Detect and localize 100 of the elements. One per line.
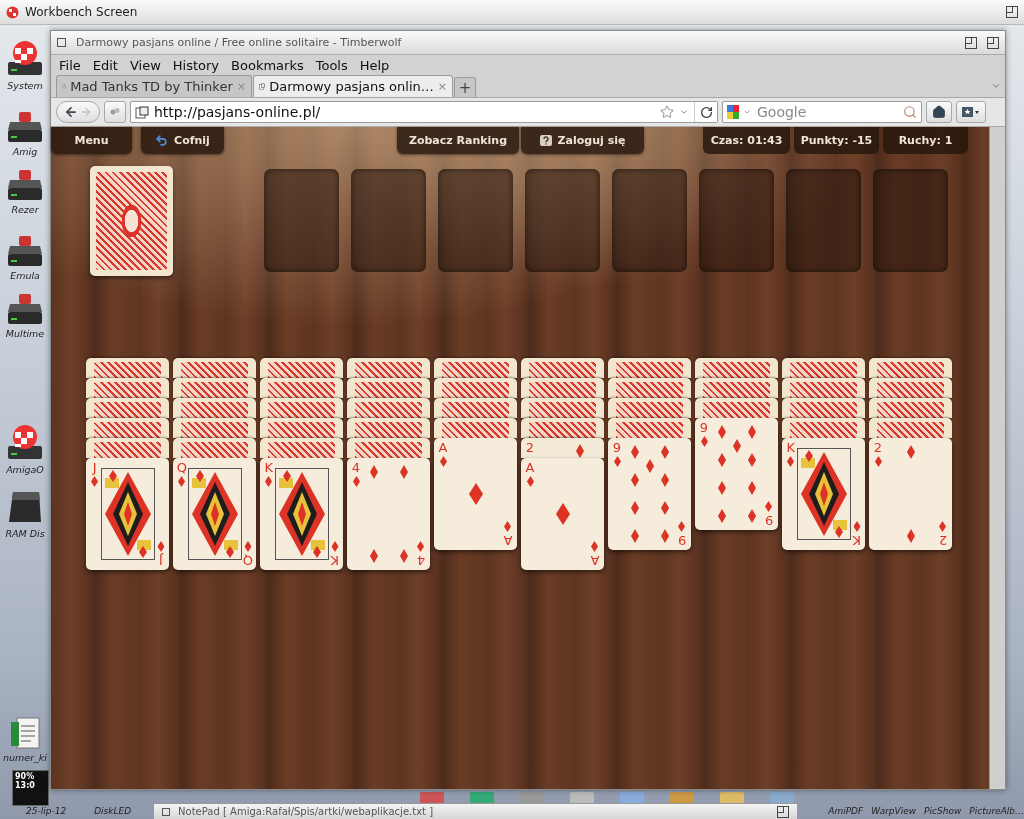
card-back[interactable]: [260, 398, 343, 418]
playing-card[interactable]: A A: [521, 458, 604, 570]
card-back[interactable]: [434, 418, 517, 438]
card-back[interactable]: [782, 378, 865, 398]
desktop-icon-label[interactable]: Multime: [5, 328, 45, 339]
card-back[interactable]: [521, 398, 604, 418]
card-back[interactable]: [86, 398, 169, 418]
url-field[interactable]: http://pasjans-online.pl/: [130, 101, 718, 123]
desktop-icon-label[interactable]: AmigaO: [6, 464, 44, 475]
card-back[interactable]: [608, 398, 691, 418]
card-back[interactable]: [86, 358, 169, 378]
desktop-icon-label[interactable]: Rezer: [11, 204, 39, 215]
desktop-icon-label[interactable]: Emula: [10, 270, 40, 281]
search-icon[interactable]: [903, 105, 917, 119]
dock-label[interactable]: PictureAlb…: [969, 806, 1024, 816]
card-back[interactable]: [347, 358, 430, 378]
card-back[interactable]: [521, 358, 604, 378]
card-back[interactable]: [347, 378, 430, 398]
card-back[interactable]: [608, 418, 691, 438]
card-back[interactable]: [86, 418, 169, 438]
card-back[interactable]: [260, 378, 343, 398]
stock-pile[interactable]: [90, 166, 173, 276]
card-back[interactable]: [521, 378, 604, 398]
playing-card[interactable]: 2 2: [869, 438, 952, 550]
card-back[interactable]: [260, 418, 343, 438]
game-button[interactable]: Zaloguj się: [521, 127, 644, 154]
card-back[interactable]: [260, 358, 343, 378]
menu-item[interactable]: Bookmarks: [231, 57, 304, 73]
playing-card[interactable]: K K: [782, 438, 865, 550]
card-back[interactable]: [347, 438, 430, 458]
card-back[interactable]: [86, 378, 169, 398]
reload-button[interactable]: [694, 102, 717, 122]
window-gadget-icon[interactable]: [1006, 6, 1018, 18]
card-back[interactable]: [521, 418, 604, 438]
card-back[interactable]: [608, 358, 691, 378]
menu-item[interactable]: Tools: [315, 57, 348, 73]
back-forward-button[interactable]: [56, 101, 100, 123]
dock-label[interactable]: AmiPDF: [828, 806, 864, 816]
card-back[interactable]: [782, 418, 865, 438]
menu-item[interactable]: Help: [359, 57, 390, 73]
card-back[interactable]: [347, 398, 430, 418]
game-button[interactable]: Cofnij: [141, 127, 224, 154]
drive-with-ball-icon[interactable]: [5, 422, 45, 462]
close-gadget-icon[interactable]: [57, 38, 66, 47]
card-back[interactable]: [434, 378, 517, 398]
card-back[interactable]: [608, 378, 691, 398]
dock-label[interactable]: WarpView: [871, 806, 917, 816]
card-back[interactable]: [173, 418, 256, 438]
window-gadget-icon[interactable]: [987, 36, 999, 49]
card-back[interactable]: [434, 398, 517, 418]
card-back[interactable]: [173, 358, 256, 378]
card-back[interactable]: [869, 378, 952, 398]
desktop-icon-label[interactable]: Amig: [12, 146, 38, 157]
playing-card[interactable]: A A: [434, 438, 517, 550]
drive-with-ball-icon[interactable]: [5, 38, 45, 78]
card-back[interactable]: [434, 358, 517, 378]
playing-card[interactable]: 2: [521, 438, 604, 458]
card-back[interactable]: [86, 438, 169, 458]
close-gadget-icon[interactable]: [162, 807, 171, 816]
desktop-icon-label[interactable]: RAM Dis: [5, 528, 45, 539]
card-back[interactable]: [695, 398, 778, 418]
card-back[interactable]: [869, 418, 952, 438]
card-back[interactable]: [173, 398, 256, 418]
card-back[interactable]: [869, 398, 952, 418]
card-back[interactable]: [260, 438, 343, 458]
desktop-icon-label[interactable]: numer_ki: [3, 752, 47, 763]
site-identity-button[interactable]: [104, 101, 126, 123]
card-back[interactable]: [173, 438, 256, 458]
game-button[interactable]: Menu: [51, 127, 132, 154]
dock-label[interactable]: PicShow: [924, 806, 962, 816]
playing-card[interactable]: Q Q: [173, 458, 256, 570]
window-gadget-icon[interactable]: [965, 36, 977, 49]
card-back[interactable]: [695, 358, 778, 378]
playing-card[interactable]: J J: [86, 458, 169, 570]
card-back[interactable]: [869, 358, 952, 378]
card-back[interactable]: [782, 398, 865, 418]
playing-card[interactable]: K K: [260, 458, 343, 570]
menu-item[interactable]: Edit: [92, 57, 118, 73]
menu-item[interactable]: View: [129, 57, 161, 73]
menu-item[interactable]: File: [59, 57, 81, 73]
card-back[interactable]: [347, 418, 430, 438]
game-button[interactable]: Zobacz Ranking: [397, 127, 519, 154]
card-back[interactable]: [782, 358, 865, 378]
menu-item[interactable]: History: [172, 57, 220, 73]
search-box[interactable]: Google: [722, 101, 922, 123]
desktop-icon-label[interactable]: System: [7, 80, 43, 91]
home-button[interactable]: [926, 101, 952, 123]
playing-card[interactable]: 9 9: [608, 438, 691, 550]
new-tab-button[interactable]: +: [454, 77, 476, 97]
search-input[interactable]: Google: [755, 103, 899, 121]
bookmark-star-icon[interactable]: [660, 105, 674, 119]
text-document-icon[interactable]: [9, 716, 41, 750]
playing-card[interactable]: 9 9: [695, 418, 778, 530]
browser-tab[interactable]: Darmowy pasjans onlin… ×: [253, 75, 453, 97]
playing-card[interactable]: 4 4: [347, 458, 430, 570]
notepad-title-bar[interactable]: NotePad [ Amiga:Rafał/Spis/artki/webaplikacje.txt ]: [153, 803, 799, 819]
card-back[interactable]: [695, 378, 778, 398]
card-back[interactable]: [173, 378, 256, 398]
bookmarks-button[interactable]: [956, 101, 986, 123]
window-gadget-icon[interactable]: [777, 805, 790, 818]
